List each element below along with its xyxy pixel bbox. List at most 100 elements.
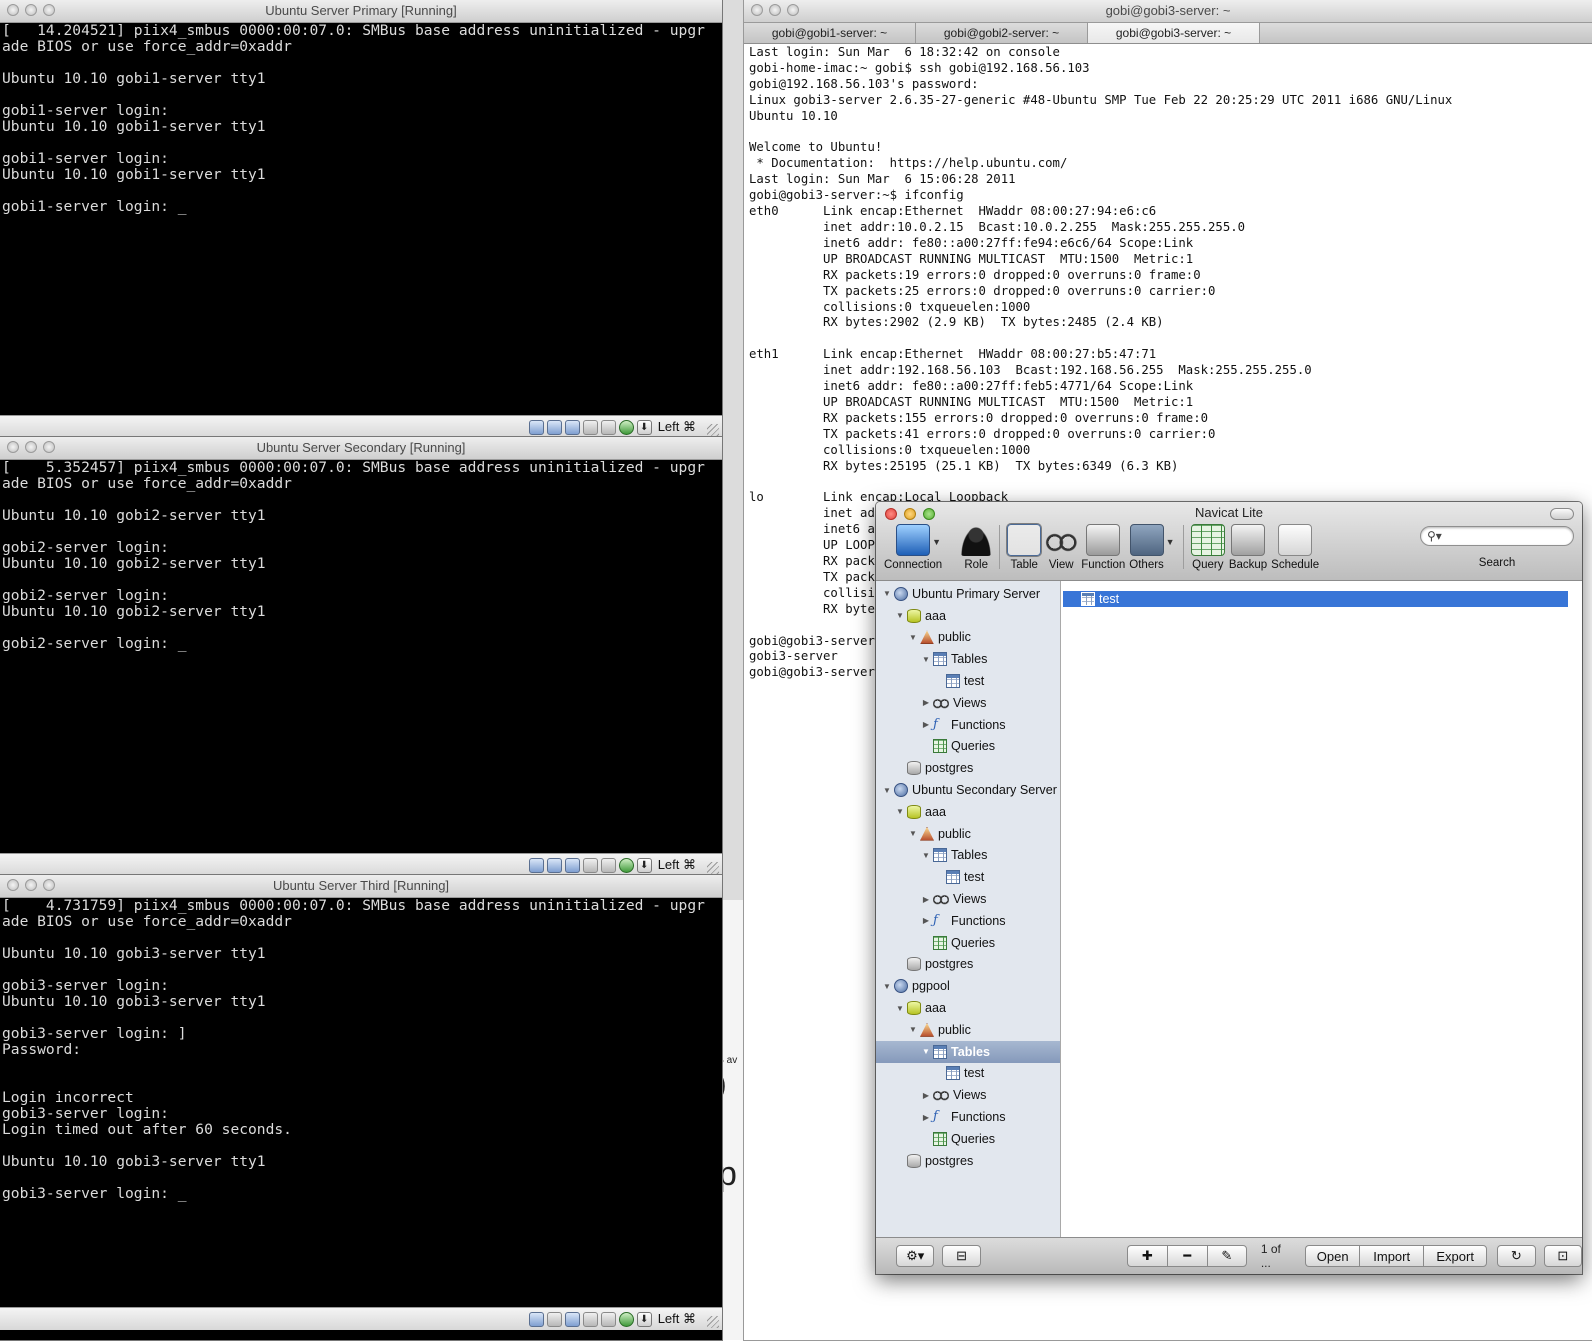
shared-folder-icon[interactable] [582, 1311, 598, 1327]
tree-item[interactable]: test [876, 1063, 1060, 1085]
zoom-button[interactable] [43, 879, 55, 891]
query-button[interactable]: Query [1190, 524, 1225, 571]
view-button[interactable]: View [1045, 526, 1078, 571]
add-button[interactable]: ✚ [1126, 1245, 1167, 1267]
open-button[interactable]: Open [1305, 1245, 1360, 1267]
tree-item[interactable]: ▼ aaa [876, 997, 1060, 1019]
edit-button[interactable]: ✎ [1206, 1245, 1247, 1267]
disclosure-closed-icon[interactable]: ▶ [921, 698, 931, 707]
tree-item[interactable]: ▼ Tables [876, 1040, 1060, 1063]
tree-item[interactable]: ▼ aaa [876, 801, 1060, 823]
resize-grip[interactable] [707, 1316, 719, 1328]
window-titlebar[interactable]: gobi@gobi3-server: ~ [744, 0, 1592, 23]
tree-item[interactable]: ▼ Tables [876, 845, 1060, 867]
cd-icon[interactable] [546, 419, 562, 435]
toggle-preview-button[interactable]: ⊡ [1543, 1245, 1582, 1267]
disclosure-closed-icon[interactable]: ▶ [921, 720, 931, 729]
zoom-button[interactable] [43, 4, 55, 16]
capture-arrow-icon[interactable]: ⬇ [636, 857, 652, 873]
tree-item[interactable]: ▼ Ubuntu Secondary Server [876, 779, 1060, 801]
usb-icon[interactable] [600, 419, 616, 435]
tree-item[interactable]: Queries [876, 736, 1060, 758]
search-input[interactable]: ⚲▾ [1420, 526, 1574, 546]
capture-arrow-icon[interactable]: ⬇ [636, 1311, 652, 1327]
disclosure-open-icon[interactable]: ▼ [882, 786, 892, 795]
minimize-button[interactable] [25, 879, 37, 891]
tree-item[interactable]: ▶ Views [876, 692, 1060, 714]
disclosure-open-icon[interactable]: ▼ [908, 1025, 918, 1034]
network-icon[interactable] [564, 419, 580, 435]
network-icon[interactable] [564, 1311, 580, 1327]
tree-item[interactable]: test [876, 670, 1060, 692]
tree-item[interactable]: postgres [876, 954, 1060, 976]
harddisk-icon[interactable] [528, 419, 544, 435]
tree-item[interactable]: ▼ aaa [876, 605, 1060, 627]
tree-item[interactable]: ▼ public [876, 1019, 1060, 1041]
usb-icon[interactable] [600, 857, 616, 873]
tree-item[interactable]: ▼ public [876, 627, 1060, 649]
toggle-sidebar-button[interactable]: ⊟ [942, 1245, 981, 1267]
object-list-pane[interactable]: test [1061, 581, 1582, 1238]
cd-icon[interactable] [546, 1311, 562, 1327]
zoom-button[interactable] [787, 4, 799, 16]
resize-grip[interactable] [707, 424, 719, 436]
disclosure-open-icon[interactable]: ▼ [882, 982, 892, 991]
tree-item[interactable]: ▼ Ubuntu Primary Server [876, 583, 1060, 605]
connection-tree[interactable]: ▼ Ubuntu Primary Server ▼ aaa ▼ public ▼ Tables… [876, 581, 1061, 1238]
disclosure-open-icon[interactable]: ▼ [895, 807, 905, 816]
export-button[interactable]: Export [1423, 1245, 1488, 1267]
gear-menu-button[interactable]: ⚙▾ [896, 1245, 935, 1267]
tree-item[interactable]: ▶ ƒ Functions [876, 910, 1060, 932]
shared-folder-icon[interactable] [582, 857, 598, 873]
tree-item[interactable]: ▼ Tables [876, 648, 1060, 670]
vbox-window-third[interactable]: Ubuntu Server Third [Running] [ 4.731759… [0, 875, 722, 1340]
navicat-window[interactable]: Navicat Lite ▼ Connection Role Table Vie… [876, 502, 1582, 1274]
object-list-item[interactable]: test [1063, 591, 1568, 607]
window-titlebar[interactable]: Ubuntu Server Secondary [Running] [0, 437, 722, 460]
disclosure-closed-icon[interactable]: ▶ [921, 895, 931, 904]
tree-item[interactable]: ▼ public [876, 823, 1060, 845]
toolbar-toggle-button[interactable] [1550, 508, 1574, 520]
harddisk-icon[interactable] [528, 857, 544, 873]
import-button[interactable]: Import [1359, 1245, 1424, 1267]
remove-button[interactable]: ━ [1166, 1245, 1207, 1267]
network-icon[interactable] [564, 857, 580, 873]
disclosure-closed-icon[interactable]: ▶ [921, 916, 931, 925]
table-button[interactable]: Table [1007, 524, 1042, 571]
window-titlebar[interactable]: Ubuntu Server Third [Running] [0, 875, 722, 898]
tree-item[interactable]: Queries [876, 932, 1060, 954]
close-button[interactable] [7, 441, 19, 453]
tree-item[interactable]: ▶ Views [876, 1084, 1060, 1106]
minimize-button[interactable] [25, 441, 37, 453]
tree-item[interactable]: postgres [876, 757, 1060, 779]
zoom-button[interactable] [43, 441, 55, 453]
tree-item[interactable]: Queries [876, 1128, 1060, 1150]
tree-item[interactable]: ▶ Views [876, 888, 1060, 910]
vm-console-screen[interactable]: [ 14.204521] piix4_smbus 0000:00:07.0: S… [0, 23, 722, 415]
disclosure-open-icon[interactable]: ▼ [882, 589, 892, 598]
window-titlebar[interactable]: Ubuntu Server Primary [Running] [0, 0, 722, 23]
resize-grip[interactable] [707, 862, 719, 874]
tree-item[interactable]: ▶ ƒ Functions [876, 714, 1060, 736]
disclosure-open-icon[interactable]: ▼ [895, 611, 905, 620]
terminal-tab[interactable]: gobi@gobi1-server: ~ [744, 23, 916, 43]
disclosure-open-icon[interactable]: ▼ [908, 633, 918, 642]
tree-item[interactable]: test [876, 866, 1060, 888]
harddisk-icon[interactable] [528, 1311, 544, 1327]
disclosure-closed-icon[interactable]: ▶ [921, 1113, 931, 1122]
tree-item[interactable]: ▶ ƒ Functions [876, 1106, 1060, 1128]
close-button[interactable] [7, 4, 19, 16]
vbox-window-primary[interactable]: Ubuntu Server Primary [Running] [ 14.204… [0, 0, 722, 438]
mouse-integration-icon[interactable] [618, 1311, 634, 1327]
tree-item[interactable]: postgres [876, 1150, 1060, 1172]
backup-button[interactable]: Backup [1229, 524, 1267, 571]
mouse-integration-icon[interactable] [618, 857, 634, 873]
vm-console-screen[interactable]: [ 5.352457] piix4_smbus 0000:00:07.0: SM… [0, 460, 722, 853]
minimize-button[interactable] [769, 4, 781, 16]
close-button[interactable] [751, 4, 763, 16]
capture-arrow-icon[interactable]: ⬇ [636, 419, 652, 435]
schedule-button[interactable]: Schedule [1271, 524, 1319, 571]
minimize-button[interactable] [25, 4, 37, 16]
others-button[interactable]: ▼ Others [1129, 524, 1175, 571]
disclosure-open-icon[interactable]: ▼ [921, 655, 931, 664]
